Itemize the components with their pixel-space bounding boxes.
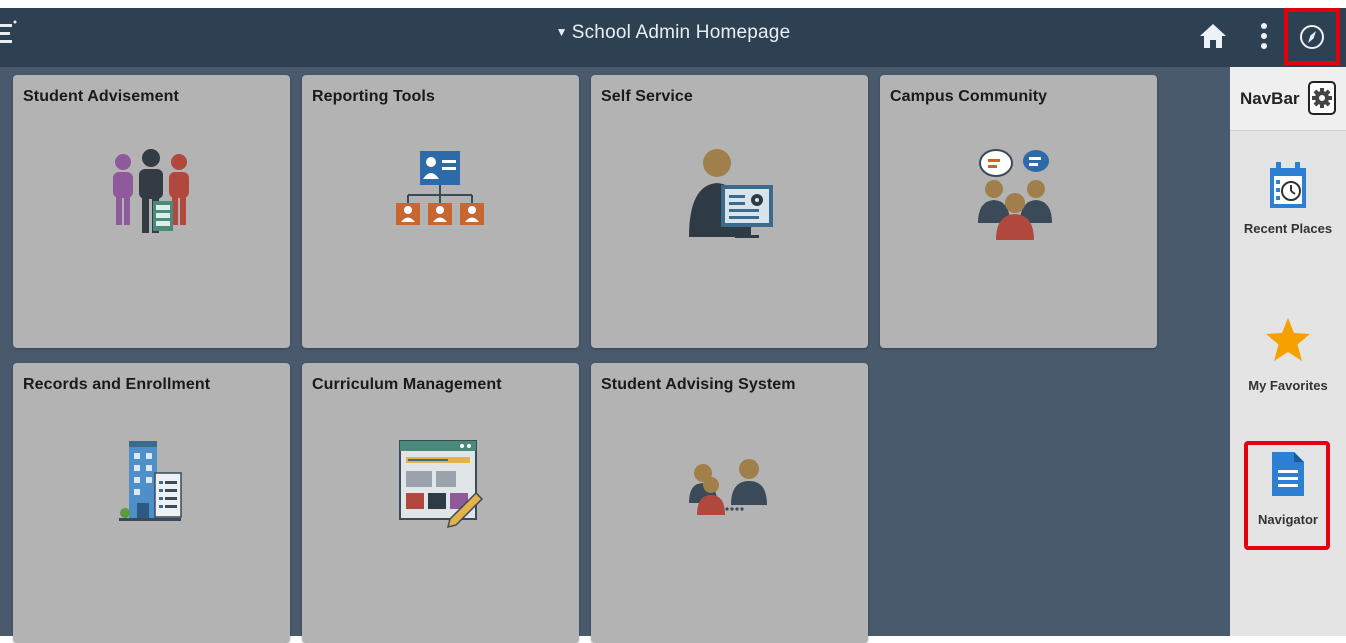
more-options-button[interactable]	[1254, 16, 1274, 56]
org-chart-icon	[396, 151, 484, 225]
calendar-clock-icon	[1270, 162, 1306, 208]
more-options-icon	[1261, 23, 1267, 49]
tile-title: Self Service	[601, 88, 693, 105]
navbar-header: NavBar	[1230, 67, 1346, 131]
tile-records-and-enrollment[interactable]: Records and Enrollment	[13, 363, 290, 643]
page-title[interactable]: ▼ School Admin Homepage	[0, 22, 1346, 44]
navbar-item-recent-places[interactable]: Recent Places	[1230, 160, 1346, 236]
top-edge	[0, 0, 1346, 8]
navbar-item-my-favorites[interactable]: My Favorites	[1230, 316, 1346, 393]
tile-student-advisement[interactable]: Student Advisement	[13, 75, 290, 348]
tile-reporting-tools[interactable]: Reporting Tools	[302, 75, 579, 348]
navbar-button[interactable]	[1284, 8, 1340, 65]
people-group-icon	[113, 149, 189, 233]
tile-title: Records and Enrollment	[23, 376, 211, 393]
tile-title: Curriculum Management	[312, 376, 502, 393]
tile-curriculum-management[interactable]: Curriculum Management	[302, 363, 579, 643]
navbar-compass-icon	[1300, 24, 1324, 49]
star-icon	[1266, 318, 1310, 361]
people-connect-icon	[689, 459, 767, 515]
navbar-item-label: Recent Places	[1243, 221, 1333, 236]
homepage-tile-area: Student Advisement Reporting Tools Self …	[0, 67, 1230, 643]
header-bar: ▼ School Admin Homepage	[0, 0, 1346, 67]
tile-title: Student Advisement	[23, 88, 179, 105]
tile-title: Reporting Tools	[312, 88, 435, 105]
tile-student-advising-system[interactable]: Student Advising System	[591, 363, 868, 643]
building-document-icon	[119, 441, 182, 521]
browser-pencil-icon	[399, 440, 484, 529]
navbar-panel: NavBar Recent Places My Favorites Naviga…	[1230, 67, 1346, 636]
tile-campus-community[interactable]: Campus Community	[880, 75, 1157, 348]
navigator-highlight-box	[1244, 441, 1330, 550]
person-monitor-icon	[689, 149, 773, 238]
gear-icon	[1312, 88, 1332, 108]
chat-people-icon	[978, 149, 1052, 240]
chevron-down-icon: ▼	[555, 25, 568, 39]
navbar-item-label: My Favorites	[1248, 378, 1328, 393]
home-icon	[1200, 24, 1226, 48]
page-title-text: School Admin Homepage	[571, 22, 791, 43]
tile-title: Student Advising System	[601, 376, 796, 393]
tile-title: Campus Community	[890, 88, 1048, 105]
tile-self-service[interactable]: Self Service	[591, 75, 868, 348]
navbar-settings-button[interactable]	[1308, 81, 1336, 115]
home-button[interactable]	[1196, 16, 1230, 56]
navbar-title: NavBar	[1240, 89, 1300, 108]
